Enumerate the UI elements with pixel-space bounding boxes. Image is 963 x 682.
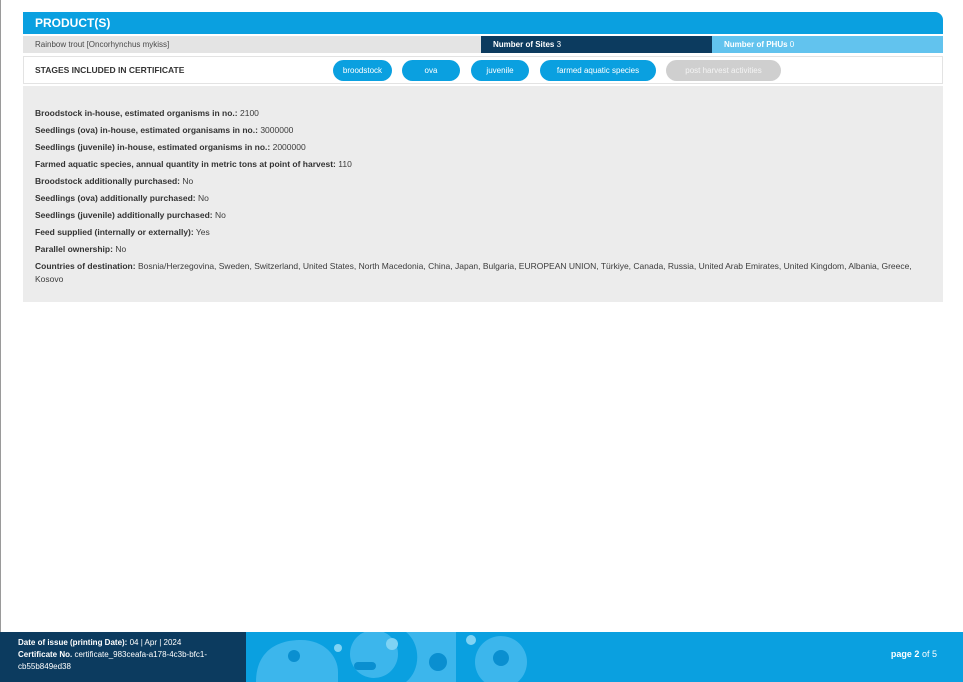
- stages-row: STAGES INCLUDED IN CERTIFICATE broodstoc…: [23, 56, 943, 84]
- stage-pill-farmed-aquatic-species: farmed aquatic species: [540, 60, 656, 81]
- footer-decorative-pattern: [256, 632, 527, 682]
- detail-ova-inhouse: Seedlings (ova) in-house, estimated orga…: [35, 124, 931, 137]
- stage-pill-post-harvest-activities: post harvest activities: [666, 60, 781, 81]
- product-info-row: Rainbow trout [Oncorhynchus mykiss] Numb…: [23, 36, 943, 53]
- detail-label: Seedlings (ova) additionally purchased:: [35, 193, 196, 203]
- detail-label: Seedlings (juvenile) in-house, estimated…: [35, 142, 271, 152]
- detail-ova-purchased: Seedlings (ova) additionally purchased: …: [35, 192, 931, 205]
- details-panel: Broodstock in-house, estimated organisms…: [23, 86, 943, 302]
- detail-value: 2000000: [272, 142, 306, 152]
- page-total: 5: [931, 649, 937, 659]
- stage-pill-broodstock: broodstock: [333, 60, 392, 81]
- certificate-number-label: Certificate No.: [18, 650, 73, 659]
- detail-value: No: [197, 193, 209, 203]
- detail-juvenile-inhouse: Seedlings (juvenile) in-house, estimated…: [35, 141, 931, 154]
- detail-juvenile-purchased: Seedlings (juvenile) additionally purcha…: [35, 209, 931, 222]
- footer-issue-info: Date of issue (printing Date): 04 | Apr …: [0, 632, 246, 682]
- issue-date-label: Date of issue (printing Date):: [18, 638, 128, 647]
- detail-value: Bosnia/Herzegovina, Sweden, Switzerland,…: [35, 261, 912, 284]
- detail-value: 110: [338, 159, 352, 169]
- issue-date-value: 04 | Apr | 2024: [129, 638, 182, 647]
- detail-countries-of-destination: Countries of destination: Bosnia/Herzego…: [35, 260, 915, 286]
- phus-value: 0: [789, 40, 795, 49]
- stage-pill-ova: ova: [402, 60, 460, 81]
- page-number: page 2 of 5: [891, 649, 937, 659]
- stages-label: STAGES INCLUDED IN CERTIFICATE: [35, 65, 185, 75]
- detail-feed-supplied: Feed supplied (internally or externally)…: [35, 226, 931, 239]
- detail-label: Broodstock additionally purchased:: [35, 176, 180, 186]
- phus-label: Number of PHUs: [724, 40, 788, 49]
- certificate-number: Certificate No. certificate_983ceafa-a17…: [18, 649, 246, 673]
- detail-label: Parallel ownership:: [35, 244, 113, 254]
- detail-value: No: [214, 210, 226, 220]
- sites-value: 3: [556, 40, 562, 49]
- detail-label: Farmed aquatic species, annual quantity …: [35, 159, 336, 169]
- detail-label: Seedlings (juvenile) additionally purcha…: [35, 210, 213, 220]
- detail-value: 2100: [240, 108, 259, 118]
- detail-label: Feed supplied (internally or externally)…: [35, 227, 194, 237]
- section-title: PRODUCT(S): [23, 12, 943, 34]
- sites-label: Number of Sites: [493, 40, 555, 49]
- detail-label: Seedlings (ova) in-house, estimated orga…: [35, 125, 258, 135]
- detail-label: Broodstock in-house, estimated organisms…: [35, 108, 238, 118]
- page-separator: of: [921, 649, 930, 659]
- page-word: page: [890, 649, 912, 659]
- detail-label: Countries of destination:: [35, 261, 136, 271]
- detail-broodstock-inhouse: Broodstock in-house, estimated organisms…: [35, 107, 931, 120]
- issue-date: Date of issue (printing Date): 04 | Apr …: [18, 637, 246, 649]
- page-left-border: [0, 0, 1, 682]
- detail-value: 3000000: [260, 125, 294, 135]
- page-current: 2: [914, 649, 920, 659]
- detail-broodstock-purchased: Broodstock additionally purchased: No: [35, 175, 931, 188]
- detail-value: Yes: [195, 227, 210, 237]
- number-of-phus: Number of PHUs 0: [712, 36, 943, 53]
- detail-value: No: [115, 244, 127, 254]
- detail-annual-quantity: Farmed aquatic species, annual quantity …: [35, 158, 931, 171]
- detail-parallel-ownership: Parallel ownership: No: [35, 243, 931, 256]
- species-name: Rainbow trout [Oncorhynchus mykiss]: [23, 36, 481, 53]
- detail-value: No: [182, 176, 194, 186]
- number-of-sites: Number of Sites 3: [481, 36, 712, 53]
- page-footer: Date of issue (printing Date): 04 | Apr …: [0, 632, 963, 682]
- stage-pill-juvenile: juvenile: [471, 60, 529, 81]
